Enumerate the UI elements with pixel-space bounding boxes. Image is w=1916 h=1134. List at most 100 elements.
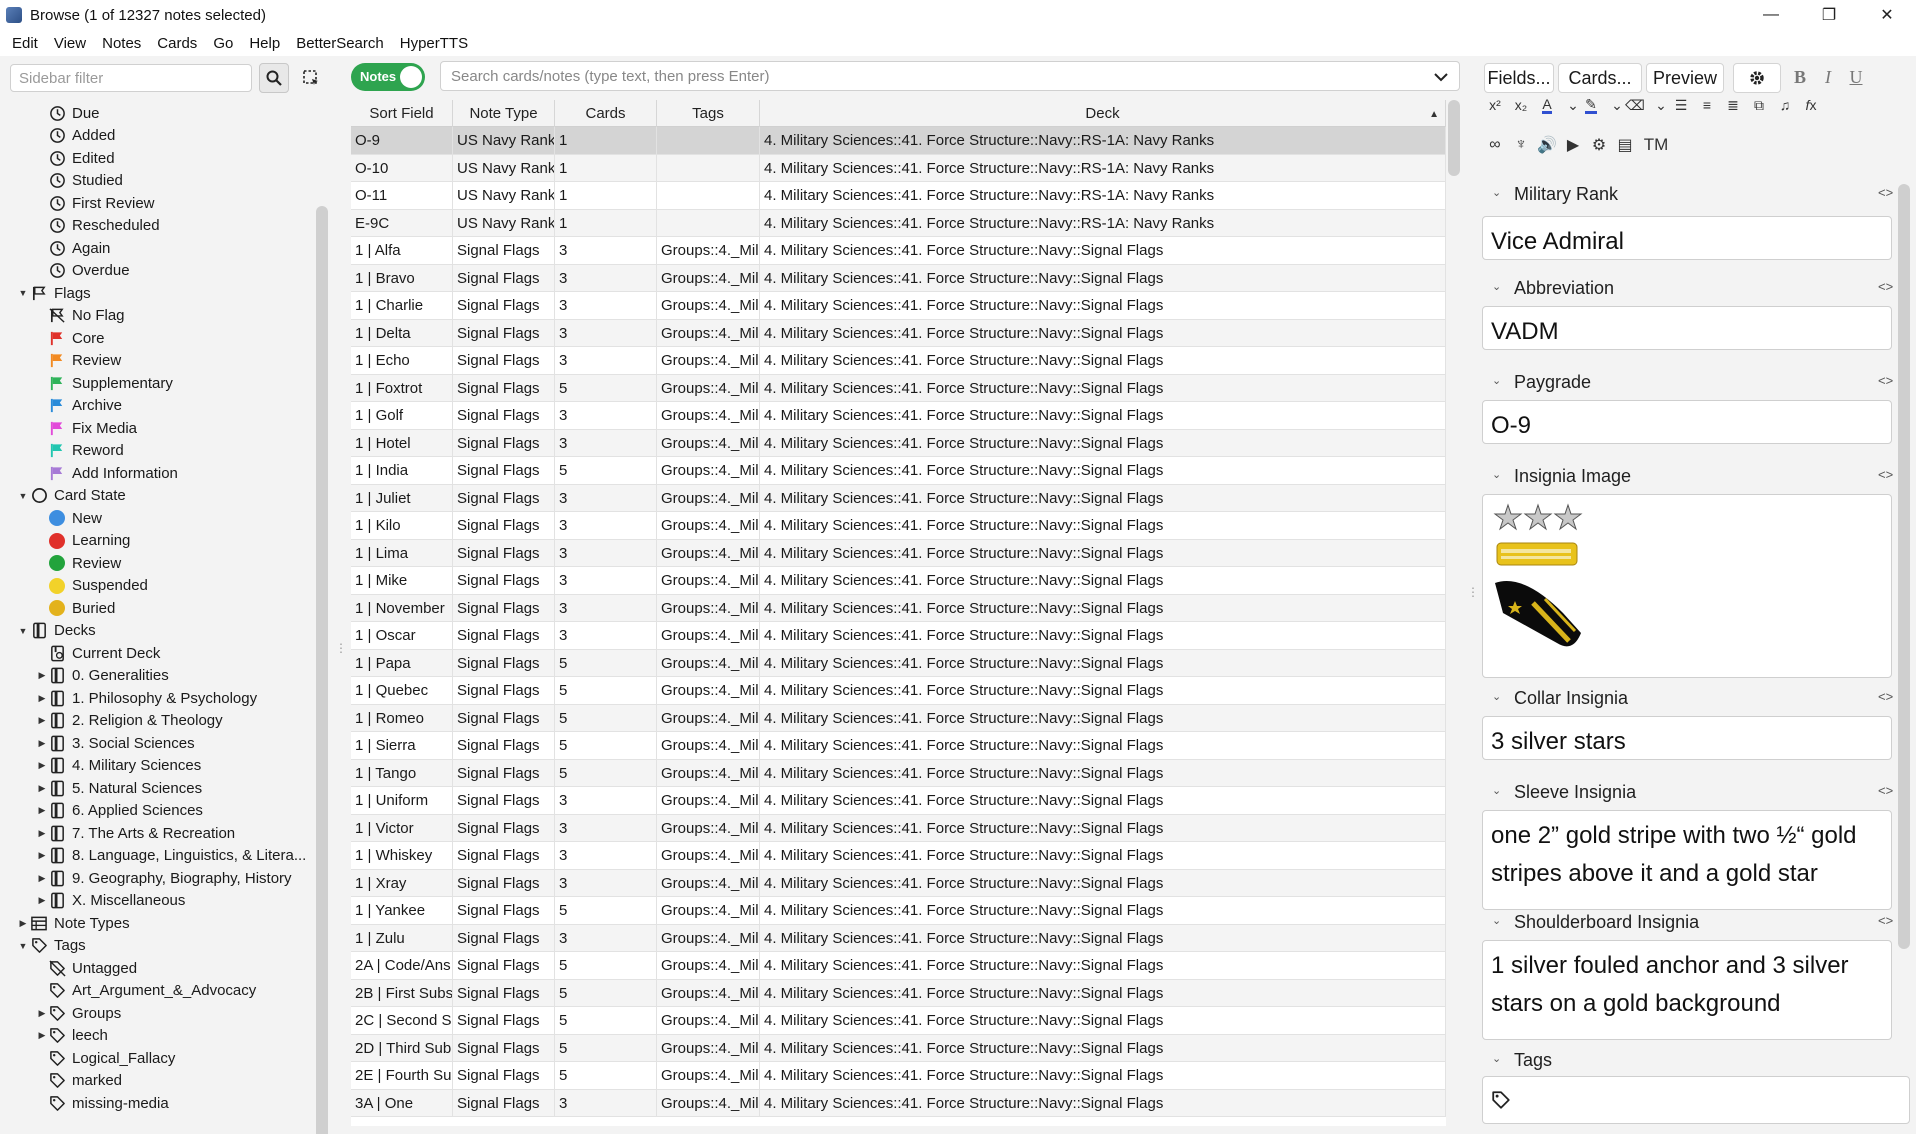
field-input-shoulderboard-insignia[interactable]: 1 silver fouled anchor and 3 silver star… xyxy=(1482,940,1892,1040)
sidebar-item-suspended[interactable]: Suspended xyxy=(0,575,314,598)
menu-notes[interactable]: Notes xyxy=(94,35,149,52)
chevron-down-icon[interactable]: ⌄ xyxy=(1492,280,1501,293)
sidebar-item-current-deck[interactable]: Current Deck xyxy=(0,642,314,665)
editor-scrollbar[interactable] xyxy=(1898,184,1910,949)
sidebar-search-button[interactable] xyxy=(259,63,289,93)
sidebar-item-art-argument-advocacy[interactable]: Art_Argument_&_Advocacy xyxy=(0,980,314,1003)
sidebar-item-decks[interactable]: ▼ Decks xyxy=(0,620,314,643)
table-row[interactable]: O-11US Navy Rank S...1 4. Military Scienc… xyxy=(351,182,1446,210)
table-row[interactable]: 1 | XraySignal Flags3Groups::4._Milit...… xyxy=(351,869,1446,897)
table-row[interactable]: 1 | BravoSignal Flags3Groups::4._Milit..… xyxy=(351,264,1446,292)
sidebar-item-studied[interactable]: Studied xyxy=(0,170,314,193)
sidebar-item-core[interactable]: Core xyxy=(0,327,314,350)
text-color-icon[interactable]: A xyxy=(1536,92,1558,118)
speaker-icon[interactable]: 🔊 xyxy=(1536,132,1558,158)
table-row[interactable]: 1 | PapaSignal Flags5Groups::4._Milit...… xyxy=(351,649,1446,677)
sidebar-item-add-information[interactable]: Add Information xyxy=(0,462,314,485)
table-row[interactable]: 1 | UniformSignal Flags3Groups::4._Milit… xyxy=(351,787,1446,815)
menu-cards[interactable]: Cards xyxy=(149,35,205,52)
table-row[interactable]: 1 | ZuluSignal Flags3Groups::4._Milit...… xyxy=(351,924,1446,952)
chevron-down-icon[interactable]: ⌄ xyxy=(1492,914,1501,927)
sidebar-item-no-flag[interactable]: No Flag xyxy=(0,305,314,328)
table-scrollbar[interactable] xyxy=(1448,100,1460,176)
sidebar-item-2-religion-theology[interactable]: ▶ 2. Religion & Theology xyxy=(0,710,314,733)
table-row[interactable]: 1 | JulietSignal Flags3Groups::4._Milit.… xyxy=(351,484,1446,512)
sidebar-item-0-generalities[interactable]: ▶ 0. Generalities xyxy=(0,665,314,688)
table-row[interactable]: 2A | Code/Ans... Signal Flags 5 Groups::4._… xyxy=(351,952,1446,980)
sidebar-item-fix-media[interactable]: Fix Media xyxy=(0,417,314,440)
sidebar-item-archive[interactable]: Archive xyxy=(0,395,314,418)
sidebar-item-leech[interactable]: ▶ leech xyxy=(0,1025,314,1048)
sidebar-item-due[interactable]: Due xyxy=(0,102,314,125)
table-row[interactable]: 1 | YankeeSignal Flags5Groups::4._Milit.… xyxy=(351,897,1446,925)
preview-tab[interactable]: Preview xyxy=(1646,63,1724,93)
chevron-down-icon[interactable]: ⌄ xyxy=(1492,374,1501,387)
html-editor-toggle[interactable]: <> xyxy=(1878,783,1893,798)
sidebar-item-reword[interactable]: Reword xyxy=(0,440,314,463)
caret-right-icon[interactable]: ▶ xyxy=(36,692,48,704)
tm-button[interactable]: TM xyxy=(1640,132,1672,158)
table-row[interactable]: O-9US Navy Rank S...1 4. Military Science… xyxy=(351,127,1446,155)
column-header-sort-field[interactable]: Sort Field xyxy=(351,100,453,127)
menu-help[interactable]: Help xyxy=(241,35,288,52)
sidebar-item-6-applied-sciences[interactable]: ▶ 6. Applied Sciences xyxy=(0,800,314,823)
sidebar-item-flags[interactable]: ▼ Flags xyxy=(0,282,314,305)
column-header-tags[interactable]: Tags xyxy=(657,100,760,127)
table-row[interactable]: 1 | FoxtrotSignal Flags5Groups::4._Milit… xyxy=(351,374,1446,402)
table-row[interactable]: 1 | GolfSignal Flags3Groups::4._Milit...… xyxy=(351,402,1446,430)
sidebar-item-7-the-arts-recreation[interactable]: ▶ 7. The Arts & Recreation xyxy=(0,822,314,845)
table-row[interactable]: 1 | EchoSignal Flags3Groups::4._Milit...… xyxy=(351,347,1446,375)
table-row[interactable]: 1 | CharlieSignal Flags3Groups::4._Milit… xyxy=(351,292,1446,320)
table-row[interactable]: 1 | OscarSignal Flags3Groups::4._Milit..… xyxy=(351,622,1446,650)
table-row[interactable]: 1 | AlfaSignal Flags3Groups::4._Milit...… xyxy=(351,237,1446,265)
html-editor-toggle[interactable]: <> xyxy=(1878,913,1893,928)
sidebar-item-supplementary[interactable]: Supplementary xyxy=(0,372,314,395)
sidebar-item-buried[interactable]: Buried xyxy=(0,597,314,620)
html-editor-toggle[interactable]: <> xyxy=(1878,185,1893,200)
field-input-military-rank[interactable]: Vice Admiral xyxy=(1482,216,1892,260)
underline-button[interactable]: U xyxy=(1844,64,1868,90)
sidebar-item-marked[interactable]: marked xyxy=(0,1070,314,1093)
column-header-cards[interactable]: Cards xyxy=(555,100,657,127)
table-row[interactable]: 1 | IndiaSignal Flags5Groups::4._Milit..… xyxy=(351,457,1446,485)
superscript-icon[interactable]: x² xyxy=(1484,92,1506,118)
field-input-paygrade[interactable]: O-9 xyxy=(1482,400,1892,444)
sidebar-splitter-handle[interactable]: ⋮ xyxy=(335,641,347,655)
table-row[interactable]: 1 | TangoSignal Flags5Groups::4._Milit..… xyxy=(351,759,1446,787)
sidebar-item-edited[interactable]: Edited xyxy=(0,147,314,170)
sidebar-select-tool-button[interactable] xyxy=(296,63,326,93)
fields-tab[interactable]: Fields... xyxy=(1484,63,1554,93)
html-editor-toggle[interactable]: <> xyxy=(1878,689,1893,704)
table-row[interactable]: 2C | Second S...Signal Flags5Groups::4._… xyxy=(351,1007,1446,1035)
caret-down-icon[interactable]: ▼ xyxy=(17,287,29,299)
sidebar-item-4-military-sciences[interactable]: ▶ 4. Military Sciences xyxy=(0,755,314,778)
table-row[interactable]: 2D | Third Sub... Signal Flags 5 Groups::4.… xyxy=(351,1034,1446,1062)
sidebar-item-1-philosophy-psychology[interactable]: ▶ 1. Philosophy & Psychology xyxy=(0,687,314,710)
column-header-deck[interactable]: Deck ▲ xyxy=(760,100,1446,127)
table-row[interactable]: 1 | NovemberSignal Flags3Groups::4._Mili… xyxy=(351,594,1446,622)
sidebar-item-8-language-linguistics-litera[interactable]: ▶ 8. Language, Linguistics, & Litera... xyxy=(0,845,314,868)
caret-right-icon[interactable]: ▶ xyxy=(17,917,29,929)
sidebar-item-review[interactable]: Review xyxy=(0,350,314,373)
caret-right-icon[interactable]: ▶ xyxy=(36,895,48,907)
field-input-sleeve-insignia[interactable]: one 2” gold stripe with two ½“ gold stri… xyxy=(1482,810,1892,910)
caret-down-icon[interactable]: ▼ xyxy=(17,490,29,502)
sidebar-item-tags[interactable]: ▼ Tags xyxy=(0,935,314,958)
eraser-icon[interactable]: ⌫ xyxy=(1624,92,1646,118)
sidebar-item-new[interactable]: New xyxy=(0,507,314,530)
table-row[interactable]: O-10US Navy Rank S...1 4. Military Scienc… xyxy=(351,154,1446,182)
caret-right-icon[interactable]: ▶ xyxy=(36,1030,48,1042)
html-editor-toggle[interactable]: <> xyxy=(1878,279,1893,294)
numbered-list-icon[interactable]: ≡ xyxy=(1696,92,1718,118)
sidebar-item-groups[interactable]: ▶ Groups xyxy=(0,1002,314,1025)
caret-right-icon[interactable]: ▶ xyxy=(36,850,48,862)
function-icon[interactable]: fx xyxy=(1800,92,1822,118)
table-row[interactable]: 1 | RomeoSignal Flags5Groups::4._Milit..… xyxy=(351,704,1446,732)
table-row[interactable]: 1 | DeltaSignal Flags3Groups::4._Milit..… xyxy=(351,319,1446,347)
sidebar-item-first-review[interactable]: First Review xyxy=(0,192,314,215)
caret-right-icon[interactable]: ▶ xyxy=(36,782,48,794)
menu-go[interactable]: Go xyxy=(205,35,241,52)
table-row[interactable]: 2E | Fourth Su...Signal Flags5Groups::4.… xyxy=(351,1062,1446,1090)
caret-right-icon[interactable]: ▶ xyxy=(36,805,48,817)
sidebar-scrollbar[interactable] xyxy=(316,206,328,1134)
